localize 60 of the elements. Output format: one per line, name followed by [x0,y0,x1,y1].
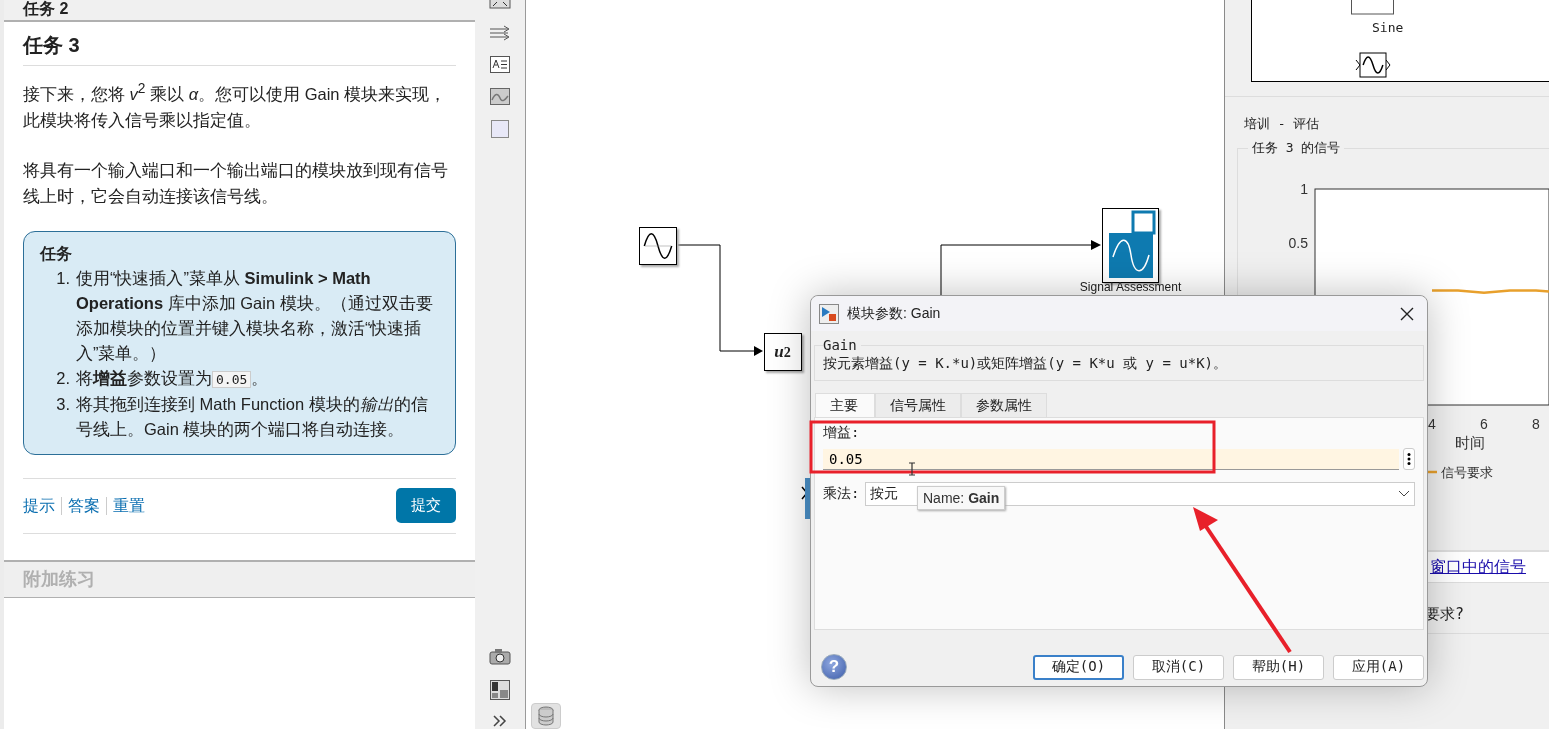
instruction-text: 将具有一个输入端口和一个输出端口的模块放到现有信号线上时，它会自动连接该信号线。 [23,159,449,207]
x-axis-label: 时间 [1455,434,1485,451]
dialog-title: 模块参数: Gain [847,304,942,323]
chevron-down-icon[interactable] [1398,490,1410,498]
submit-button[interactable]: 提交 [395,488,456,523]
tab[interactable]: 主要 [815,393,875,417]
layout-icon[interactable] [489,680,510,700]
arrows-icon[interactable] [488,25,511,41]
y-tick-label: 0.5 [1288,235,1308,251]
block-dialog-icon [819,303,839,324]
field-label: 增益: [823,424,861,442]
more-icon[interactable] [1403,448,1415,470]
database-icon[interactable] [530,703,561,729]
x-tick-label: 8 [1532,416,1540,432]
dialog-button[interactable]: 确定(O) [1033,654,1124,680]
group-title: Gain [823,337,858,353]
block-description: 按元素增益(y = K.*u)或矩阵增益(y = K*u 或 y = u*K)。 [823,354,1228,373]
block-label: Sine [1372,20,1404,35]
action-link[interactable]: 提示 [23,496,61,515]
section-heading: 任务 2 [23,0,69,18]
dialog-button[interactable]: 应用(A) [1333,654,1424,680]
dialog-button[interactable]: 取消(C) [1133,654,1224,680]
step-number: 3. [55,393,71,415]
signal-assessment-block[interactable] [1101,208,1159,283]
text-annotation-icon[interactable] [489,56,510,73]
selected-block-edge[interactable] [800,478,810,519]
group-title: 任务 3 的信号 [1251,139,1342,157]
task-heading: 任务 3 [23,28,456,66]
step-text: 使用“快速插入”菜单从 Simulink > Math Operations 库中添加 Gain 模块。（通过双击要添加模块的位置并键入模块名称，激活“快速插入”菜单。） [76,267,434,364]
y-tick-label: 1 [1300,181,1308,197]
rectangle-icon[interactable] [490,120,509,138]
dialog-button[interactable]: 帮助(H) [1233,654,1324,680]
step-text: 将增益参数设置为 0.05 。 [76,367,269,390]
tab[interactable]: 信号属性 [875,393,961,417]
section-header: 附加练习 [4,559,475,598]
tab[interactable]: 参数属性 [961,393,1047,417]
chevrons-icon[interactable] [492,715,507,727]
block-label: Signal Assessment [1078,280,1183,294]
image-icon[interactable] [489,88,510,105]
x-tick-label: 6 [1480,416,1488,432]
step-text: 将其拖到连接到 Math Function 模块的输出的信号线上。Gain 模块的两个端口将自动连接。 [76,393,429,440]
sine-block-icon[interactable] [1355,52,1391,78]
text-cursor-icon [908,462,916,476]
step-number: 1. [55,267,71,289]
field-label: 乘法: [823,485,860,503]
action-link[interactable]: 重置 [106,496,151,515]
instruction-text: 接下来，您将 v$^{2}$ 乘以 α。您可以使用 Gain 模块来实现，此模块将传入信号乘以指定值。 [23,80,448,131]
task-box-title: 任务 [40,243,73,264]
step-number: 2. [55,367,71,389]
legend-label: 信号要求 [1440,465,1493,480]
close-icon[interactable] [1400,306,1414,321]
code-value: 0.05 [212,370,252,388]
section-title: 培训 - 评估 [1244,115,1321,133]
fit-view-icon[interactable] [488,0,511,10]
x-tick-label: 4 [1428,416,1436,432]
sine-block[interactable] [638,227,677,265]
camera-icon[interactable] [488,648,511,665]
action-link[interactable]: 答案 [61,496,106,515]
tooltip: Name: Gain [917,486,1006,510]
gain-field[interactable]: 0.05 [823,448,1399,470]
